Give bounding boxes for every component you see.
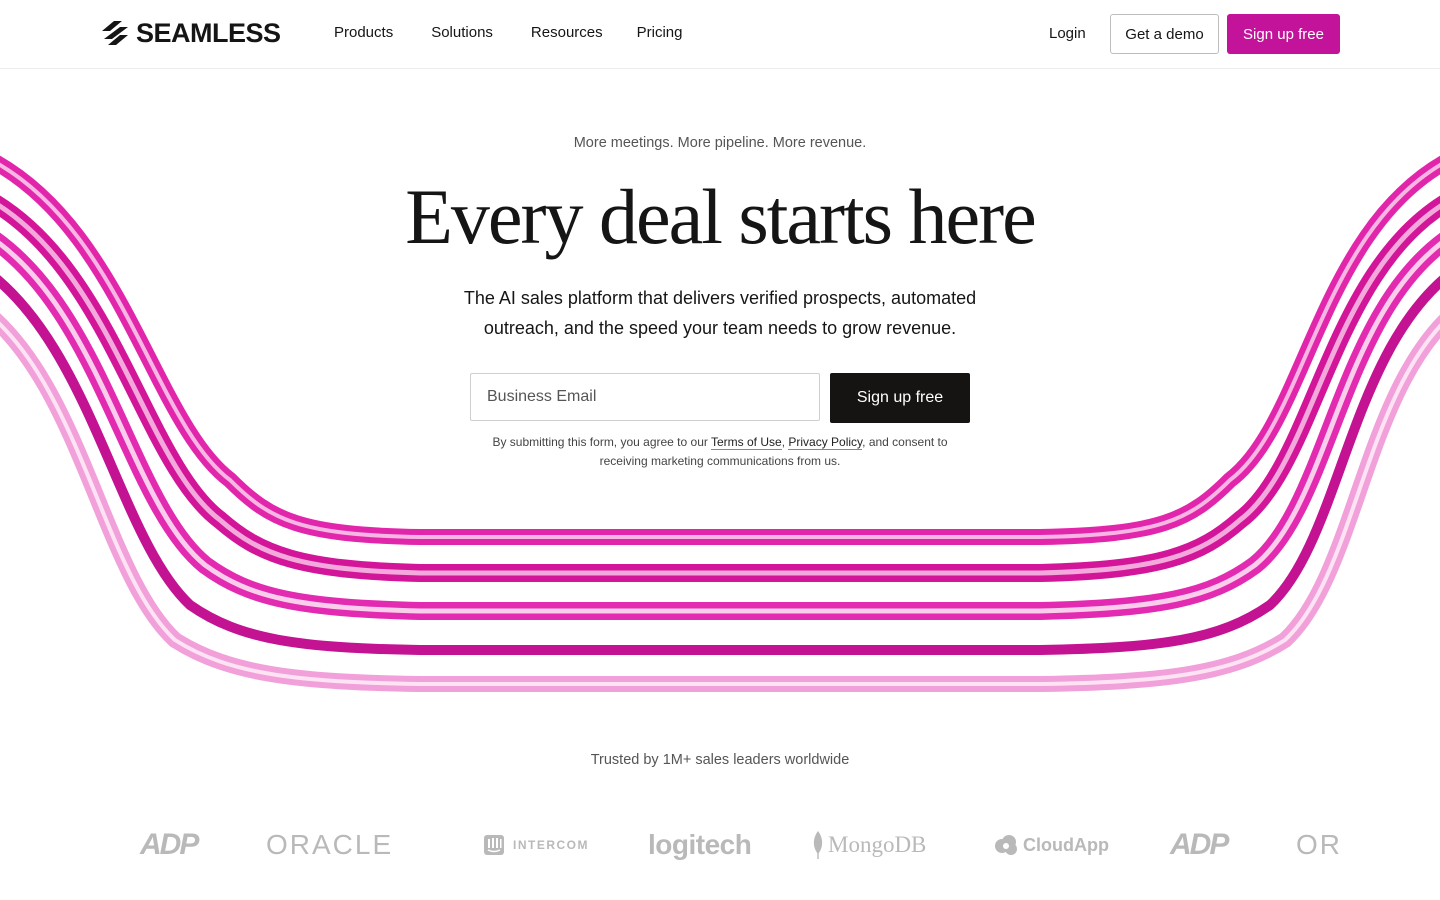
intercom-icon (484, 835, 504, 855)
terms-of-use-link[interactable]: Terms of Use (711, 435, 782, 450)
hero-signup-button[interactable]: Sign up free (830, 373, 970, 423)
login-link[interactable]: Login (1049, 24, 1086, 44)
cloudapp-logo: CloudApp (993, 820, 1109, 870)
privacy-policy-link[interactable]: Privacy Policy (788, 435, 863, 450)
intercom-logo: INTERCOM (483, 820, 589, 870)
seamless-logo-icon (102, 21, 128, 45)
consent-prefix: By submitting this form, you agree to ou… (492, 435, 711, 449)
hero-headline: Every deal starts here (405, 173, 1037, 260)
site-header: SEAMLESS Products Solutions Resources Pr… (0, 0, 1440, 69)
oracle-logo-repeat: ORACLE (1296, 829, 1340, 860)
nav-resources[interactable]: Resources (531, 23, 603, 43)
nav-products[interactable]: Products (334, 23, 393, 43)
mongodb-wordmark: MongoDB (828, 832, 927, 857)
get-demo-button[interactable]: Get a demo (1110, 14, 1219, 54)
cloudapp-wordmark: CloudApp (1023, 834, 1109, 855)
header-signup-button[interactable]: Sign up free (1227, 14, 1340, 54)
trusted-by-label: Trusted by 1M+ sales leaders worldwide (590, 752, 850, 768)
hero-eyebrow: More meetings. More pipeline. More reven… (573, 135, 867, 151)
oracle-logo: ORACLE (266, 829, 394, 860)
mongodb-logo: MongoDB (812, 820, 926, 870)
intercom-wordmark: INTERCOM (513, 838, 589, 852)
main-nav: Products Solutions Resources Pricing (334, 23, 682, 43)
hero-subheadline: The AI sales platform that delivers veri… (463, 288, 977, 338)
logitech-logo: logitech (648, 829, 752, 860)
seamless-logo[interactable]: SEAMLESS (100, 18, 281, 48)
consent-text: By submitting this form, you agree to ou… (470, 433, 970, 471)
logo-wordmark: SEAMLESS (136, 18, 281, 48)
mongodb-leaf-icon (813, 831, 823, 859)
nav-pricing[interactable]: Pricing (637, 23, 683, 43)
customer-logo-strip: ADP ORACLE INTERCOM logitech MongoDB Clo… (0, 820, 1440, 870)
adp-logo: ADP (140, 828, 199, 861)
cloudapp-icon (995, 835, 1017, 855)
adp-logo-repeat: ADP (1170, 828, 1229, 861)
business-email-input[interactable] (470, 373, 820, 421)
nav-solutions[interactable]: Solutions (431, 23, 493, 43)
